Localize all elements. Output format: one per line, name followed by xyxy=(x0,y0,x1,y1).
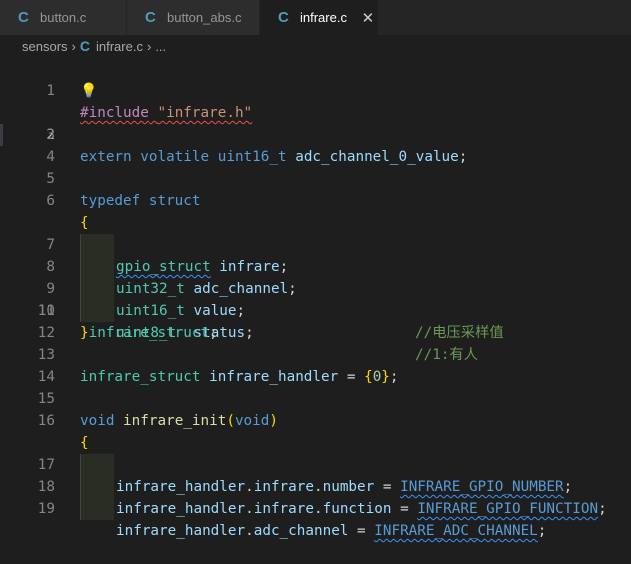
tab-button-c[interactable]: C button.c xyxy=(0,0,127,35)
code-line: 15 void infrare_init(void) xyxy=(0,366,631,429)
c-file-icon: C xyxy=(18,9,29,26)
code-line: 11 }infrare_struct; xyxy=(0,278,631,341)
c-file-icon: C xyxy=(79,38,90,54)
code-line: 12 xyxy=(0,300,631,341)
code-line: 4 xyxy=(0,124,631,165)
tab-infrare-c[interactable]: C infrare.c ✕ xyxy=(260,0,379,35)
code-editor[interactable]: 1 #include "infrare.h" 2 💡 3 extern vola… xyxy=(0,57,631,539)
indent-guide xyxy=(80,498,114,520)
code-text: infrare_handler.infrare.function = INFRA… xyxy=(116,501,607,517)
indent-guide xyxy=(80,476,114,498)
code-line: 2 💡 xyxy=(0,80,631,146)
c-file-icon: C xyxy=(278,9,289,26)
code-line: 7 gpio_struct infrare; xyxy=(0,190,631,275)
code-line: 18 infrare_handler.infrare.function = IN… xyxy=(0,432,631,517)
code-line: 8 uint32_t adc_channel; xyxy=(0,212,631,297)
c-file-icon: C xyxy=(145,9,156,26)
code-line: 13 infrare_struct infrare_handler = {0}; xyxy=(0,322,631,385)
code-line: 10 uint8_t status; //1:有人 xyxy=(0,256,631,363)
code-line: 5 typedef struct xyxy=(0,146,631,209)
code-line: 1 #include "infrare.h" xyxy=(0,58,631,121)
code-text: infrare_handler.infrare.number = INFRARE… xyxy=(116,479,573,495)
code-line: 3 extern volatile uint16_t adc_channel_0… xyxy=(0,102,631,165)
code-line: 17 infrare_handler.infrare.number = INFR… xyxy=(0,410,631,495)
tab-button-abs-c[interactable]: C button_abs.c xyxy=(127,0,260,35)
code-line: 16 { xyxy=(0,388,631,451)
breadcrumb-file[interactable]: infrare.c xyxy=(96,39,143,54)
chevron-right-icon: › xyxy=(146,38,152,54)
code-text: infrare_handler.adc_channel = INFRARE_AD… xyxy=(116,523,547,539)
lightbulb-icon[interactable]: 💡 xyxy=(80,80,97,102)
breadcrumb-more[interactable]: ... xyxy=(155,39,166,54)
breadcrumb-folder[interactable]: sensors xyxy=(22,39,68,54)
editor-tab-bar: C button.c C button_abs.c C infrare.c ✕ xyxy=(0,0,631,35)
code-line: 14 xyxy=(0,344,631,385)
tab-label: button.c xyxy=(40,10,87,25)
breadcrumb: sensors › C infrare.c › ... xyxy=(0,35,631,57)
tab-label: button_abs.c xyxy=(167,10,242,25)
line-number: 19 xyxy=(37,501,55,517)
tab-label: infrare.c xyxy=(300,10,347,25)
close-icon[interactable]: ✕ xyxy=(361,9,375,27)
chevron-right-icon: › xyxy=(71,38,76,54)
code-line: 19 infrare_handler.adc_channel = INFRARE… xyxy=(0,454,631,539)
code-line: 6 { xyxy=(0,168,631,231)
code-line: 9 uint16_t value; //电压采样值 xyxy=(0,234,631,341)
